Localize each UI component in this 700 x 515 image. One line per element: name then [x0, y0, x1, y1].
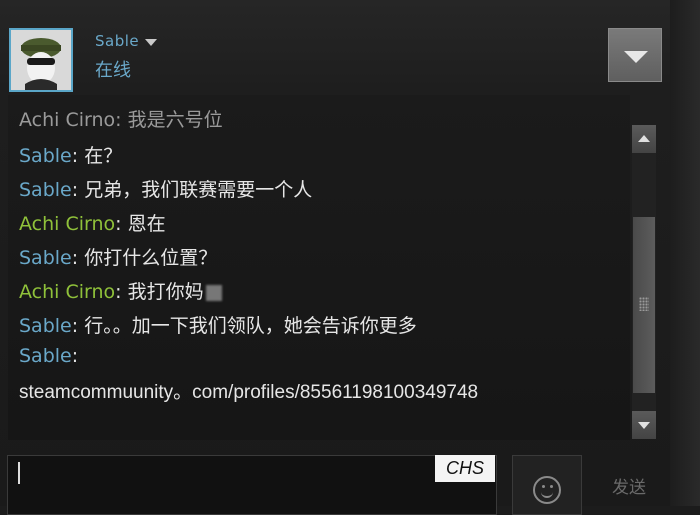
online-status: 在线: [95, 60, 131, 81]
message-text: 我是六号位: [127, 109, 223, 131]
scroll-down-button[interactable]: [632, 411, 656, 439]
arrow-down-icon: [638, 422, 650, 429]
chat-message: Sable:: [19, 345, 78, 367]
chat-message: Sable: 兄弟，我们联赛需要一个人: [19, 175, 312, 202]
text-cursor: [18, 462, 20, 484]
message-separator: :: [115, 109, 128, 131]
scroll-thumb[interactable]: [633, 217, 655, 393]
chat-window: Sable 在线 Achi Cirno: 我是六号位 Sable: 在？ Sab…: [0, 0, 700, 515]
message-sender[interactable]: Sable: [19, 315, 72, 337]
message-sender[interactable]: Sable: [19, 247, 72, 269]
message-separator: :: [71, 179, 85, 201]
message-text: 行。。加一下我们领队，她会告诉你更多: [84, 315, 417, 337]
chat-message: Sable: 在？: [19, 141, 122, 168]
message-text: 恩在: [127, 213, 166, 235]
message-text: 我打你妈: [127, 281, 204, 303]
message-input[interactable]: [7, 455, 497, 515]
message-sender[interactable]: Achi Cirno: [19, 213, 115, 235]
chat-message: Achi Cirno: 我是六号位: [19, 105, 223, 132]
window-edge: [670, 0, 700, 506]
message-text: 你打什么位置？: [84, 247, 218, 269]
message-separator: :: [71, 315, 85, 337]
message-sender[interactable]: Achi Cirno: [19, 281, 115, 303]
dropdown-arrow-icon: [624, 51, 648, 63]
avatar-image: [11, 30, 71, 90]
message-separator: :: [71, 247, 85, 269]
emoji-button[interactable]: [512, 455, 582, 515]
message-sender[interactable]: Sable: [19, 345, 72, 367]
arrow-up-icon: [638, 135, 650, 142]
message-separator: :: [115, 213, 128, 235]
message-sender[interactable]: Sable: [19, 179, 72, 201]
message-separator: :: [115, 281, 128, 303]
chat-scrollbar[interactable]: [632, 125, 656, 439]
scroll-up-button[interactable]: [632, 125, 656, 153]
menu-dropdown-button[interactable]: [608, 28, 662, 82]
smiley-icon: [533, 476, 561, 504]
chat-message: Sable: 行。。加一下我们领队，她会告诉你更多: [19, 311, 417, 338]
grip-icon: [639, 297, 649, 311]
chevron-down-icon[interactable]: [145, 38, 158, 46]
send-button[interactable]: 发送: [596, 460, 662, 510]
chat-message: Achi Cirno: 恩在: [19, 209, 166, 236]
chat-message: Sable: 你打什么位置？: [19, 243, 217, 270]
message-sender[interactable]: Achi Cirno: [19, 109, 115, 131]
profile-link[interactable]: steamcommuunity。com/profiles/85561198100…: [19, 377, 478, 404]
message-text: 在？: [84, 145, 123, 167]
chat-log: Achi Cirno: 我是六号位 Sable: 在？ Sable: 兄弟，我们…: [8, 95, 630, 440]
blurred-character: [205, 284, 222, 301]
message-text: 兄弟，我们联赛需要一个人: [84, 179, 313, 201]
message-separator: :: [71, 145, 85, 167]
message-separator: :: [71, 345, 79, 367]
avatar[interactable]: [9, 28, 73, 92]
chat-message: Achi Cirno: 我打你妈: [19, 277, 222, 304]
ime-indicator[interactable]: CHS: [435, 455, 495, 482]
username-row[interactable]: Sable: [95, 32, 158, 50]
message-sender[interactable]: Sable: [19, 145, 72, 167]
username[interactable]: Sable: [95, 32, 139, 50]
